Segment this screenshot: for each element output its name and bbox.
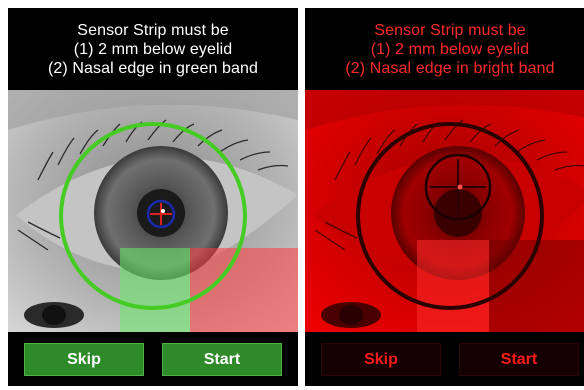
- eye-camera-view: [8, 90, 298, 332]
- button-bar: Skip Start: [305, 332, 584, 386]
- eye-camera-view: [305, 90, 584, 332]
- skip-button[interactable]: Skip: [321, 343, 441, 376]
- instruction-line-2: (1) 2 mm below eyelid: [73, 40, 233, 58]
- skip-button[interactable]: Skip: [24, 343, 144, 376]
- instruction-header: Sensor Strip must be (1) 2 mm below eyel…: [305, 8, 584, 90]
- start-button-label: Start: [203, 350, 241, 368]
- left-panel: Sensor Strip must be (1) 2 mm below eyel…: [8, 8, 298, 386]
- instruction-line-1: Sensor Strip must be: [374, 21, 526, 39]
- skip-button-label: Skip: [364, 350, 398, 368]
- alignment-marker: [424, 153, 492, 221]
- eye-image: [305, 90, 584, 332]
- instruction-line-2: (1) 2 mm below eyelid: [370, 40, 530, 58]
- eye-image: [8, 90, 298, 332]
- right-panel: Sensor Strip must be (1) 2 mm below eyel…: [305, 8, 584, 386]
- instruction-line-1: Sensor Strip must be: [77, 21, 229, 39]
- start-button[interactable]: Start: [459, 343, 579, 376]
- alignment-marker: [146, 199, 176, 229]
- start-button-label: Start: [500, 350, 538, 368]
- skip-button-label: Skip: [67, 350, 101, 368]
- button-bar: Skip Start: [8, 332, 298, 386]
- instruction-line-3: (2) Nasal edge in bright band: [345, 59, 555, 77]
- instruction-line-3: (2) Nasal edge in green band: [47, 59, 259, 77]
- instruction-header: Sensor Strip must be (1) 2 mm below eyel…: [8, 8, 298, 90]
- start-button[interactable]: Start: [162, 343, 282, 376]
